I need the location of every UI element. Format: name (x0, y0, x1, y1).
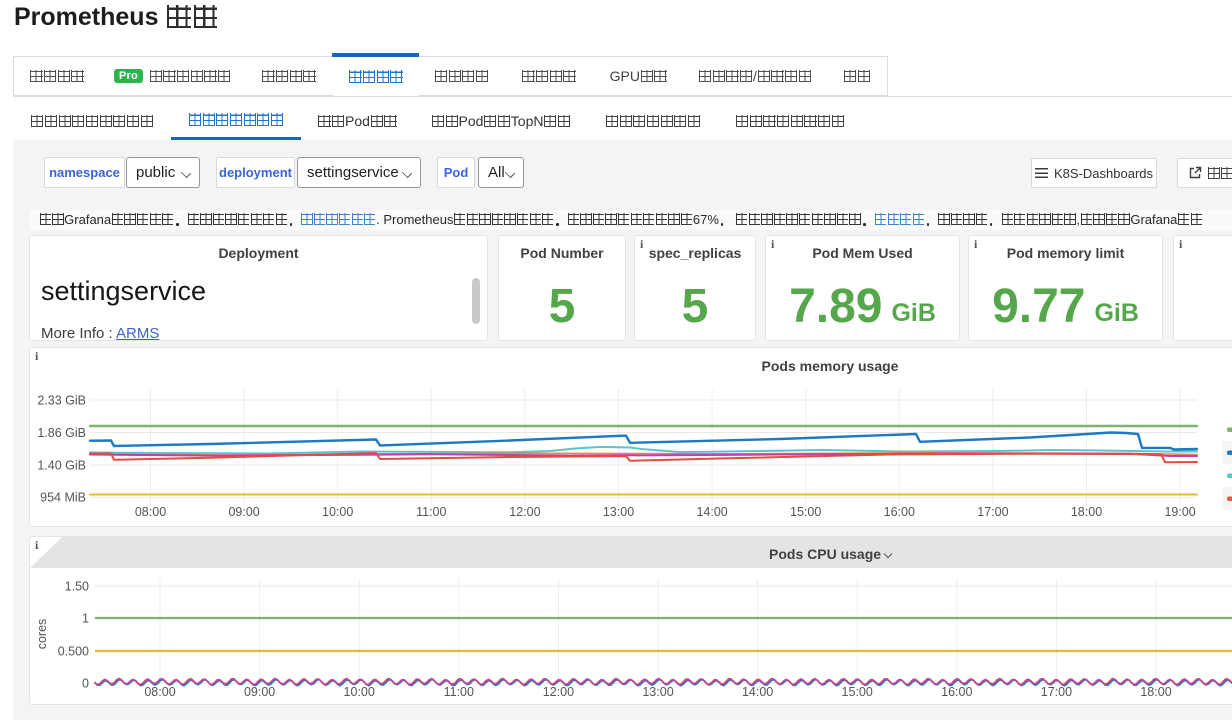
svg-text:17:00: 17:00 (977, 505, 1008, 519)
svg-text:0: 0 (82, 677, 89, 691)
svg-text:15:00: 15:00 (842, 685, 873, 699)
svg-text:08:00: 08:00 (144, 685, 175, 699)
svg-text:14:00: 14:00 (742, 685, 773, 699)
svg-text:18:00: 18:00 (1071, 505, 1102, 519)
svg-text:18:00: 18:00 (1140, 685, 1171, 699)
svg-text:0.500: 0.500 (58, 645, 89, 659)
svg-text:cores: cores (35, 619, 49, 650)
svg-text:14:00: 14:00 (696, 505, 727, 519)
svg-text:13:00: 13:00 (603, 505, 634, 519)
svg-text:10:00: 10:00 (344, 685, 375, 699)
svg-text:09:00: 09:00 (228, 505, 259, 519)
svg-text:15:00: 15:00 (790, 505, 821, 519)
svg-text:13:00: 13:00 (642, 685, 673, 699)
svg-text:954 MiB: 954 MiB (40, 491, 86, 505)
svg-text:1.86 GiB: 1.86 GiB (37, 426, 86, 440)
svg-text:16:00: 16:00 (884, 505, 915, 519)
svg-text:17:00: 17:00 (1041, 685, 1072, 699)
svg-text:12:00: 12:00 (509, 505, 540, 519)
svg-text:1.40 GiB: 1.40 GiB (37, 459, 86, 473)
svg-text:08:00: 08:00 (135, 505, 166, 519)
svg-text:10:00: 10:00 (322, 505, 353, 519)
svg-text:11:00: 11:00 (444, 685, 474, 699)
svg-text:1.50: 1.50 (65, 580, 89, 594)
svg-text:19:00: 19:00 (1164, 505, 1195, 519)
svg-text:16:00: 16:00 (941, 685, 972, 699)
svg-text:2.33 GiB: 2.33 GiB (37, 394, 86, 408)
svg-text:09:00: 09:00 (244, 685, 275, 699)
svg-text:1: 1 (82, 612, 89, 626)
svg-text:11:00: 11:00 (416, 505, 446, 519)
svg-text:12:00: 12:00 (543, 685, 574, 699)
